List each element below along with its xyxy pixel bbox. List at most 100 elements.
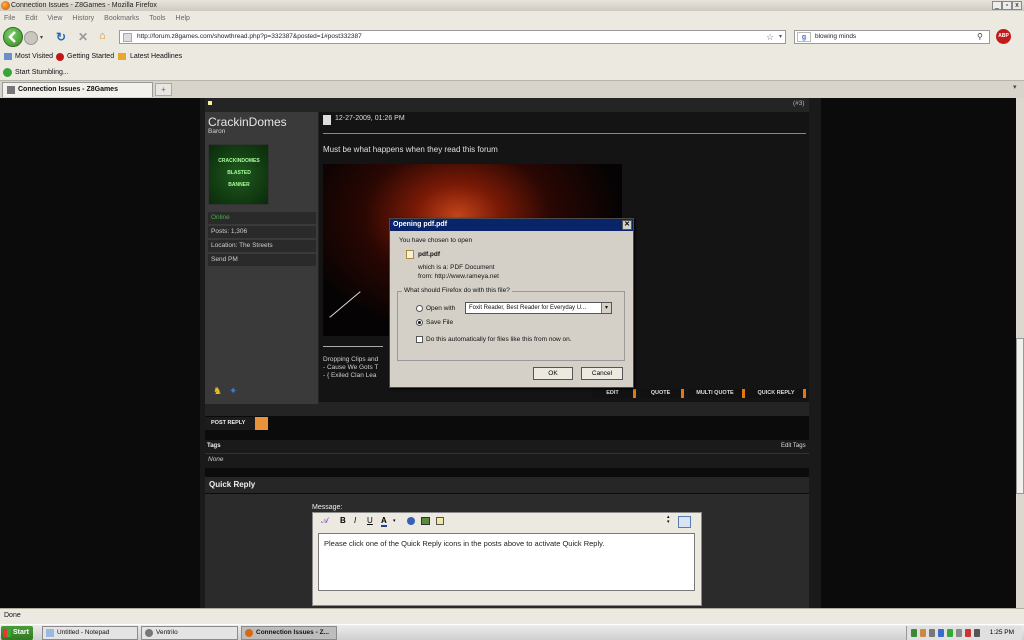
- tags-label: Tags: [207, 443, 221, 449]
- text-color-icon[interactable]: A: [381, 516, 387, 527]
- clock[interactable]: 1:25 PM: [990, 629, 1014, 636]
- tab-favicon: [7, 86, 15, 94]
- save-file-label[interactable]: Save File: [426, 319, 453, 326]
- reload-icon[interactable]: ↻: [56, 30, 66, 44]
- dialog-intro: You have chosen to open: [399, 237, 473, 244]
- start-button[interactable]: Start: [1, 626, 33, 640]
- tray-icon-5[interactable]: [947, 629, 953, 637]
- avatar[interactable]: CRACKINDOMES BLASTED BANNER: [208, 144, 269, 205]
- firefox-icon: [1, 1, 10, 10]
- dialog-close-button[interactable]: ✕: [622, 220, 632, 230]
- open-with-select[interactable]: Foxit Reader, Best Reader for Everyday U…: [465, 302, 612, 314]
- quote-icon[interactable]: [436, 517, 444, 525]
- cancel-button[interactable]: Cancel: [581, 367, 623, 380]
- auto-checkbox[interactable]: [416, 336, 423, 343]
- scrollbar-thumb[interactable]: [1016, 338, 1024, 494]
- task-ventrilo-label: Ventrilo: [156, 629, 178, 636]
- firefox-task-icon: [245, 629, 253, 637]
- task-firefox[interactable]: Connection Issues - Z...: [241, 626, 337, 640]
- italic-icon[interactable]: I: [354, 516, 356, 525]
- menu-tools[interactable]: Tools: [149, 15, 165, 22]
- resize-icon[interactable]: ▴ ▾: [667, 515, 670, 525]
- home-icon[interactable]: ⌂: [99, 30, 106, 42]
- tray-icon-3[interactable]: [929, 629, 935, 637]
- dialog-titlebar: Opening pdf.pdf ✕: [390, 219, 633, 231]
- save-file-radio[interactable]: [416, 319, 423, 326]
- tab-label: Connection Issues - Z8Games: [18, 86, 118, 93]
- minimize-button[interactable]: _: [992, 1, 1002, 10]
- maximize-button[interactable]: ▫: [1002, 1, 1012, 10]
- bookmark-getting-started[interactable]: Getting Started: [67, 49, 114, 64]
- close-window-button[interactable]: x: [1012, 1, 1022, 10]
- bookmark-most-visited[interactable]: Most Visited: [15, 49, 53, 64]
- tab-connection-issues[interactable]: Connection Issues - Z8Games: [2, 82, 153, 97]
- volume-icon[interactable]: [974, 629, 980, 637]
- tab-bar: [0, 81, 1024, 98]
- edit-tags-link[interactable]: Edit Tags: [781, 443, 806, 449]
- history-dropdown-icon[interactable]: ▾: [40, 34, 43, 41]
- multi-quote-button[interactable]: MULTI QUOTE: [688, 389, 745, 398]
- msn-icon[interactable]: ✦: [229, 386, 237, 397]
- menu-file[interactable]: File: [4, 15, 15, 22]
- quick-reply-textarea[interactable]: Please click one of the Quick Reply icon…: [318, 533, 695, 591]
- back-button[interactable]: [3, 27, 23, 47]
- dialog-options-group: What should Firefox do with this file? O…: [397, 287, 625, 361]
- task-ventrilo[interactable]: Ventrilo: [141, 626, 238, 640]
- auto-checkbox-label[interactable]: Do this automatically for files like thi…: [426, 336, 572, 343]
- quick-reply-button[interactable]: QUICK REPLY: [749, 389, 806, 398]
- menu-bookmarks[interactable]: Bookmarks: [104, 15, 139, 22]
- forward-button[interactable]: [24, 31, 38, 45]
- signature-line-2: - Cause We Gots T: [323, 364, 379, 371]
- underline-icon[interactable]: U: [367, 516, 373, 525]
- search-box[interactable]: g blowing minds ⚲: [794, 30, 990, 44]
- page-scrollbar[interactable]: [1016, 98, 1024, 608]
- tray-icon-4[interactable]: [938, 629, 944, 637]
- open-with-label[interactable]: Open with: [426, 305, 455, 312]
- status-bar: Done: [0, 608, 1024, 624]
- menu-view[interactable]: View: [47, 15, 62, 22]
- send-pm-link[interactable]: Send PM: [208, 254, 316, 266]
- search-icon[interactable]: ⚲: [977, 31, 983, 43]
- edit-button[interactable]: EDIT: [592, 389, 636, 398]
- adblock-icon[interactable]: ABP: [996, 29, 1011, 44]
- tray-icon-2[interactable]: [920, 629, 926, 637]
- open-with-value: Foxit Reader, Best Reader for Everyday U…: [469, 305, 587, 311]
- post-number[interactable]: (#3): [793, 100, 805, 107]
- format-font-icon[interactable]: 𝒜: [321, 516, 329, 526]
- stop-icon[interactable]: ✕: [78, 30, 88, 44]
- windows-logo-icon: [3, 629, 11, 637]
- open-with-radio[interactable]: [416, 305, 423, 312]
- select-dropdown-icon[interactable]: ▾: [601, 303, 611, 313]
- tray-icon-7[interactable]: [965, 629, 971, 637]
- address-bar[interactable]: http://forum.z8games.com/showthread.php?…: [119, 30, 786, 44]
- menu-edit[interactable]: Edit: [25, 15, 37, 22]
- bookmark-star-icon[interactable]: ☆: [766, 31, 774, 43]
- search-engine-icon[interactable]: g: [797, 32, 811, 42]
- menu-help[interactable]: Help: [176, 15, 190, 22]
- menu-history[interactable]: History: [72, 15, 94, 22]
- avatar-text-2: BLASTED: [227, 170, 251, 176]
- tray-icon-6[interactable]: [956, 629, 962, 637]
- new-tab-button[interactable]: +: [155, 83, 172, 96]
- tab-list-icon[interactable]: ▾: [1013, 83, 1017, 91]
- image-icon[interactable]: [421, 517, 430, 525]
- start-stumbling-button[interactable]: Start Stumbling...: [15, 64, 69, 81]
- post-divider: [323, 133, 806, 134]
- post-date: 12-27-2009, 01:26 PM: [335, 115, 405, 122]
- post-reply-button[interactable]: POST REPLY: [205, 417, 268, 430]
- switch-editor-icon[interactable]: [678, 516, 691, 528]
- task-notepad[interactable]: Untitled - Notepad: [42, 626, 138, 640]
- taskbar: Start Untitled - Notepad Ventrilo Connec…: [0, 624, 1024, 640]
- link-icon[interactable]: [407, 517, 415, 525]
- color-dropdown-icon[interactable]: ▾: [393, 518, 396, 524]
- quick-reply-placeholder: Please click one of the Quick Reply icon…: [324, 539, 605, 548]
- dialog-source: from: http://www.rameya.net: [418, 273, 499, 280]
- username[interactable]: CrackinDomes: [208, 115, 287, 129]
- post-message: Must be what happens when they read this…: [323, 145, 498, 154]
- bold-icon[interactable]: B: [340, 516, 346, 525]
- bookmark-latest-headlines[interactable]: Latest Headlines: [130, 49, 182, 64]
- tray-icon-1[interactable]: [911, 629, 917, 637]
- url-dropdown-icon[interactable]: ▾: [779, 31, 782, 43]
- quote-button[interactable]: QUOTE: [640, 389, 684, 398]
- ok-button[interactable]: OK: [533, 367, 573, 380]
